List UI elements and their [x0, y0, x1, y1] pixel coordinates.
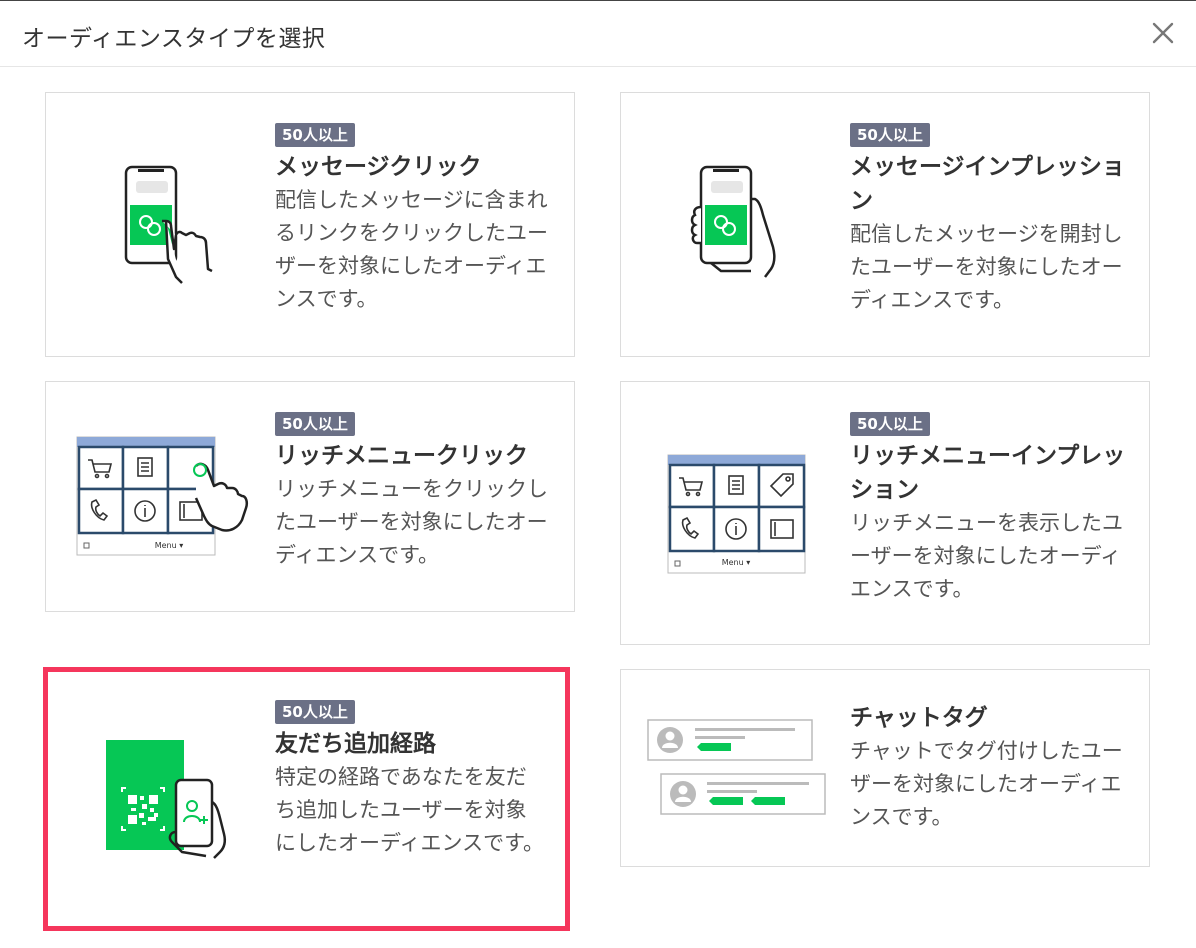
- audience-card-message-impression[interactable]: 50人以上 メッセージインプレッション 配信したメッセージを開封したユーザーを対…: [620, 92, 1150, 357]
- phone-hold-icon: [690, 165, 776, 278]
- badge-50-plus: 50人以上: [850, 123, 930, 147]
- card-description: チャットでタグ付けしたユーザーを対象にしたオーディエンスです。: [850, 739, 1123, 829]
- card-description: リッチメニューを表示したユーザーを対象にしたオーディエンスです。: [850, 511, 1123, 601]
- dialog-header: オーディエンスタイプを選択: [0, 1, 1196, 67]
- card-title: メッセージインプレッション: [850, 154, 1125, 214]
- close-button[interactable]: [1148, 17, 1178, 49]
- audience-card-richmenu-click[interactable]: Menu ▾ 50人以上 リッチメニュークリック リッチメニューをクリックしたユ…: [45, 381, 575, 612]
- card-title: メッセージクリック: [275, 154, 482, 180]
- card-title: リッチメニュークリック: [275, 443, 528, 469]
- badge-50-plus: 50人以上: [850, 412, 930, 436]
- qr-friend-add-icon: [106, 740, 227, 859]
- card-description: 配信したメッセージを開封したユーザーを対象にしたオーディエンスです。: [850, 222, 1123, 312]
- audience-card-message-click[interactable]: 50人以上 メッセージクリック 配信したメッセージに含まれるリンクをクリックした…: [45, 92, 575, 357]
- card-title: リッチメニューインプレッション: [850, 443, 1126, 503]
- card-description: 特定の経路であなたを友だち追加したユーザーを対象にしたオーディエンスです。: [275, 765, 545, 855]
- close-icon: [1152, 22, 1174, 44]
- chat-tag-icon: [647, 719, 826, 815]
- card-title: 友だち追加経路: [275, 731, 436, 757]
- audience-card-chat-tag[interactable]: チャットタグ チャットでタグ付けしたユーザーを対象にしたオーディエンスです。: [620, 669, 1150, 867]
- card-description: 配信したメッセージに含まれるリンクをクリックしたユーザーを対象にしたオーディエン…: [275, 188, 548, 311]
- badge-50-plus: 50人以上: [275, 123, 355, 147]
- audience-card-friend-add-route[interactable]: 50人以上 友だち追加経路 特定の経路であなたを友だち追加したユーザーを対象にし…: [43, 667, 570, 931]
- badge-50-plus: 50人以上: [275, 700, 355, 724]
- phone-tap-icon: [124, 165, 213, 284]
- badge-50-plus: 50人以上: [275, 412, 355, 436]
- rich-menu-label: Menu ▾: [154, 541, 184, 550]
- rich-menu-label: Menu ▾: [721, 558, 751, 567]
- rich-menu-icon: [667, 454, 806, 574]
- rich-menu-tap-icon: [76, 436, 249, 556]
- card-title: チャットタグ: [850, 705, 988, 731]
- audience-card-richmenu-impression[interactable]: Menu ▾ 50人以上 リッチメニューインプレッション リッチメニューを表示し…: [620, 381, 1150, 645]
- dialog-title: オーディエンスタイプを選択: [22, 26, 326, 52]
- card-description: リッチメニューをクリックしたユーザーを対象にしたオーディエンスです。: [275, 477, 548, 567]
